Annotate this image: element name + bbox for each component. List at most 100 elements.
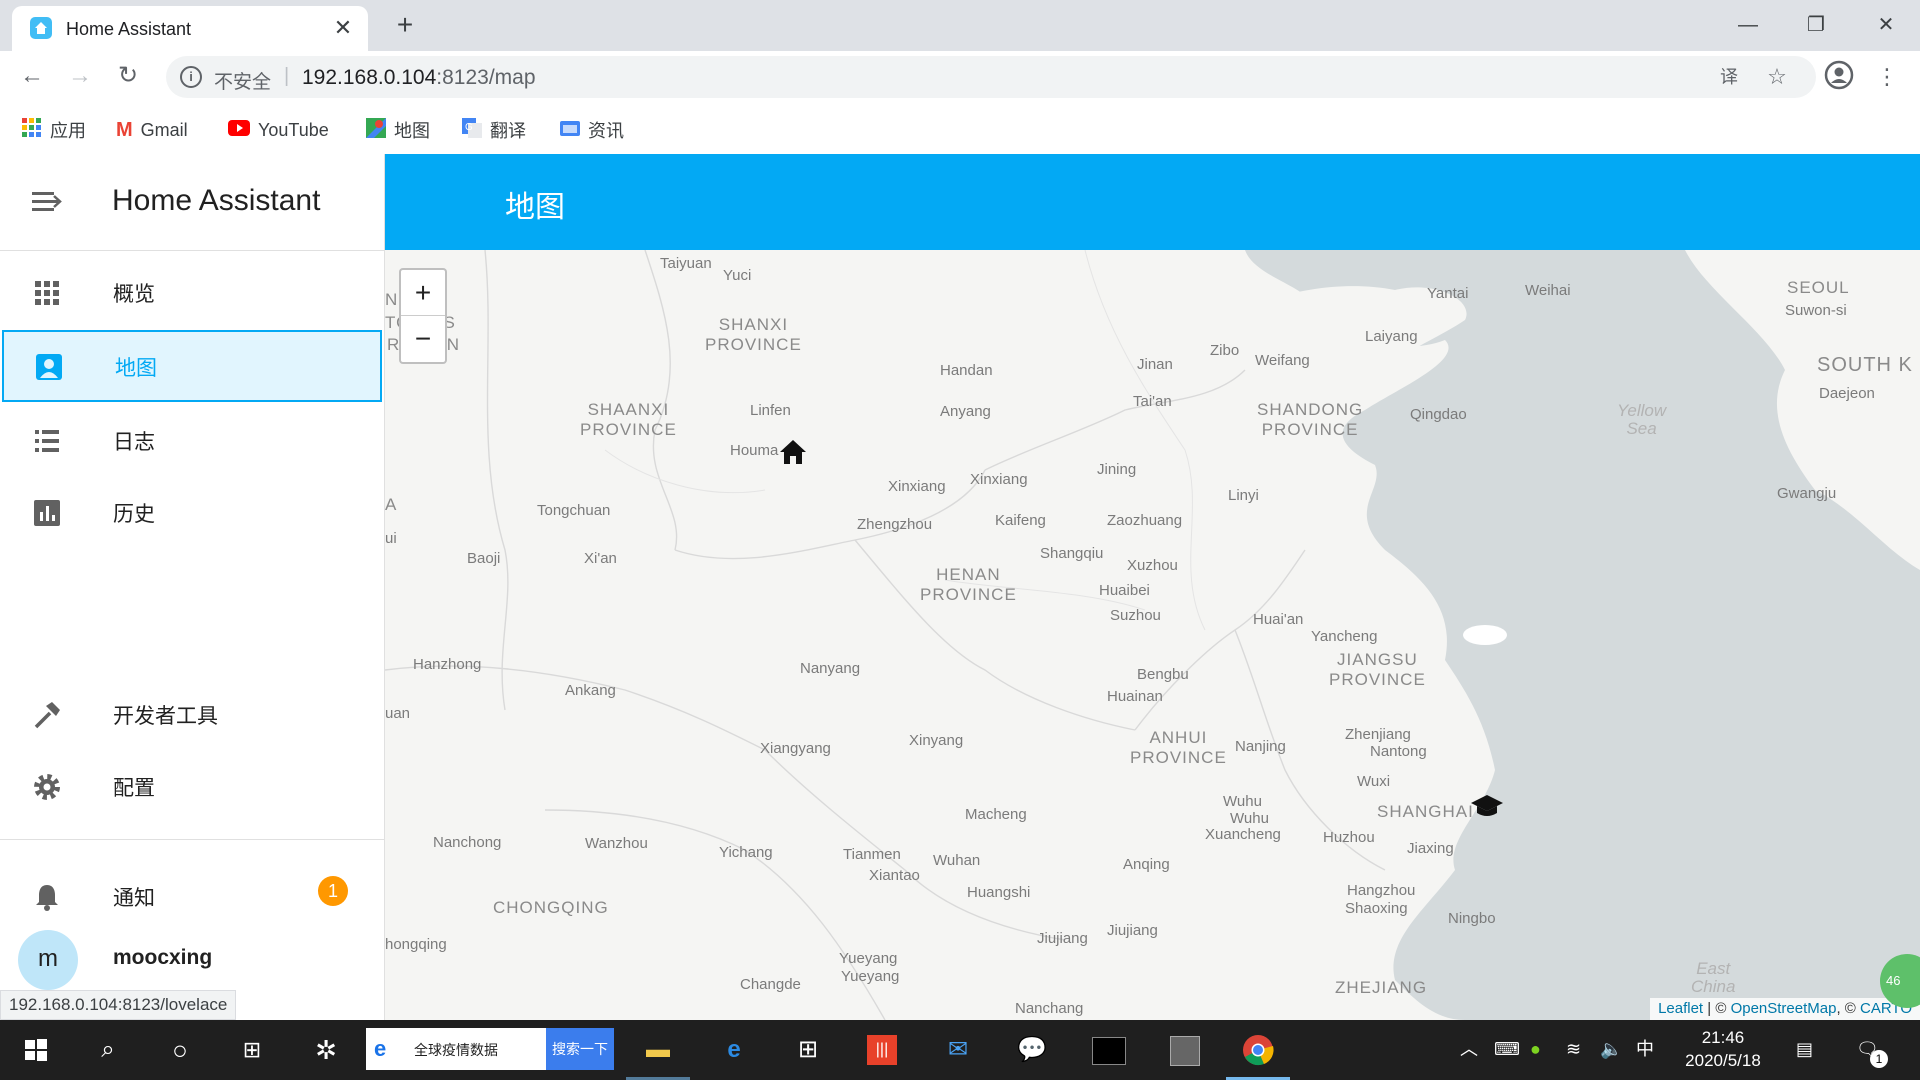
mail-icon[interactable]: ✉ [938,1030,978,1070]
map-label: Xuancheng [1205,826,1281,843]
bookmark-youtube[interactable]: YouTube [228,118,329,142]
forward-button[interactable]: → [64,60,96,92]
cortana-icon[interactable]: ○ [160,1030,200,1070]
terminal-icon[interactable] [1088,1030,1128,1070]
sidebar-item-map[interactable]: 地图 [2,330,382,402]
file-explorer-icon[interactable]: ▬ [638,1030,678,1070]
map-label: Changde [740,976,801,993]
map-label: Tianmen [843,846,901,863]
map-label-region: SHAANXI PROVINCE [580,400,677,439]
window-close-button[interactable]: ✕ [1858,8,1914,42]
bookmark-maps[interactable]: 地图 [366,117,430,142]
tab-close-icon[interactable]: ✕ [330,15,356,41]
address-bar[interactable]: i 不安全 | 192.168.0.104:8123/map 译 ☆ [166,56,1816,98]
bookmark-star-icon[interactable]: ☆ [1762,62,1792,92]
zoom-in-button[interactable]: + [401,270,445,316]
taskbar-search-button[interactable]: 搜索一下 [546,1028,614,1070]
apps-grid-icon [32,278,62,308]
sidebar-item-overview[interactable]: 概览 [0,256,384,328]
map-label: Nanjing [1235,738,1286,755]
minimize-button[interactable]: — [1720,8,1776,42]
account-box-icon [34,352,64,382]
search-icon[interactable]: ⌕ [88,1030,128,1070]
taskbar-clock[interactable]: 21:46 2020/5/18 [1668,1026,1778,1072]
profile-icon[interactable] [1822,60,1856,94]
map-label: Handan [940,362,993,379]
home-marker-icon[interactable] [778,438,808,466]
browser-menu-icon[interactable]: ⋮ [1872,62,1902,92]
windows-start-icon[interactable] [16,1030,56,1070]
sidebar-item-history[interactable]: 历史 [0,476,384,548]
map-view[interactable]: Taiyuan Yuci SHANXI PROVINCE SHAANXI PRO… [385,250,1920,1020]
map-label: Yueyang [839,950,898,967]
map-label: Yueyang [841,968,900,985]
browser-tab[interactable]: Home Assistant ✕ [12,6,368,51]
sidebar-divider [0,839,384,840]
edge-browser-icon[interactable]: e [714,1030,754,1070]
map-label: Yichang [719,844,773,861]
sidebar-item-config[interactable]: 配置 [0,750,384,822]
map-attribution: Leaflet | © OpenStreetMap, © CARTO [1650,998,1920,1020]
clock-date: 2020/5/18 [1685,1051,1761,1070]
map-label: Zaozhuang [1107,512,1183,529]
map-label-region: SHANGHAI [1377,802,1474,821]
wechat-icon[interactable]: 💬 [1012,1030,1052,1070]
bookmark-news[interactable]: 资讯 [560,118,624,142]
map-label: Xiantao [869,867,920,884]
map-label: Hangzhou [1347,882,1416,899]
site-info-icon[interactable]: i [180,66,202,88]
restore-button[interactable]: ❐ [1788,8,1844,42]
map-label: Anyang [940,403,991,420]
task-view-icon[interactable]: ⊞ [232,1030,272,1070]
translate-icon[interactable]: 译 [1714,62,1744,92]
map-label: Yuci [723,267,752,284]
sidebar-item-developer-tools[interactable]: 开发者工具 [0,678,384,750]
taskbar-search-box[interactable]: e 全球疫情数据 搜索一下 [366,1028,614,1070]
map-label: Houma [730,442,779,459]
menu-toggle-icon[interactable] [30,188,62,216]
app-tool-icon[interactable] [1164,1030,1204,1070]
translate-icon: G [462,117,482,143]
svg-text:G: G [465,122,473,133]
user-avatar[interactable]: m [18,930,78,990]
url-text[interactable]: 192.168.0.104:8123/map [302,66,536,90]
map-label-sea: Yellow Sea [1617,401,1667,438]
hammer-icon [32,700,62,730]
school-marker-icon[interactable] [1470,792,1504,820]
leaflet-link[interactable]: Leaflet [1658,1000,1703,1017]
map-label: Bengbu [1137,666,1189,683]
sidebar-item-label: 日志 [113,431,155,454]
map-label: Shangqiu [1040,545,1104,562]
sidebar-item-logbook[interactable]: 日志 [0,404,384,476]
notes-icon[interactable]: ▤ [1796,1038,1813,1060]
bookmark-gmail[interactable]: M Gmail [116,118,188,142]
map-label: Jiujiang [1037,930,1088,947]
ime-indicator[interactable]: 中 [1636,1038,1654,1060]
store-icon[interactable]: ⊞ [788,1030,828,1070]
tray-expand-icon[interactable]: ︿ [1460,1038,1478,1060]
sidebar-title: Home Assistant [112,184,321,217]
bookmark-translate[interactable]: G 翻译 [462,117,526,143]
map-label: Yancheng [1311,628,1378,645]
map-label: Wuxi [1357,773,1391,790]
back-button[interactable]: ← [16,60,48,92]
wifi-icon[interactable]: ≋ [1566,1038,1581,1060]
bookmarks-bar: 应用 M Gmail YouTube 地图 G 翻译 资讯 [0,108,1920,152]
map-label: Anqing [1123,856,1170,873]
link-status-url: 192.168.0.104:8123/lovelace [0,990,237,1020]
map-label: ui [385,530,397,547]
gear-icon [32,772,62,802]
app-pinwheel-icon[interactable]: ✲ [306,1030,346,1070]
volume-icon[interactable]: 🔈 [1600,1038,1622,1060]
osm-link[interactable]: OpenStreetMap [1731,1000,1837,1017]
new-tab-button[interactable]: + [390,10,420,40]
map-label: Xinxiang [970,471,1028,488]
tray-app-icon[interactable]: ● [1530,1038,1541,1060]
user-name[interactable]: moocxing [113,946,212,970]
tray-ime-icon[interactable]: ⌨ [1494,1038,1520,1060]
bookmark-apps[interactable]: 应用 [22,117,86,142]
reload-button[interactable]: ↻ [112,60,144,92]
chrome-icon[interactable] [1238,1030,1278,1070]
zoom-out-button[interactable]: − [401,316,445,361]
office-app-icon[interactable]: ||| [862,1030,902,1070]
